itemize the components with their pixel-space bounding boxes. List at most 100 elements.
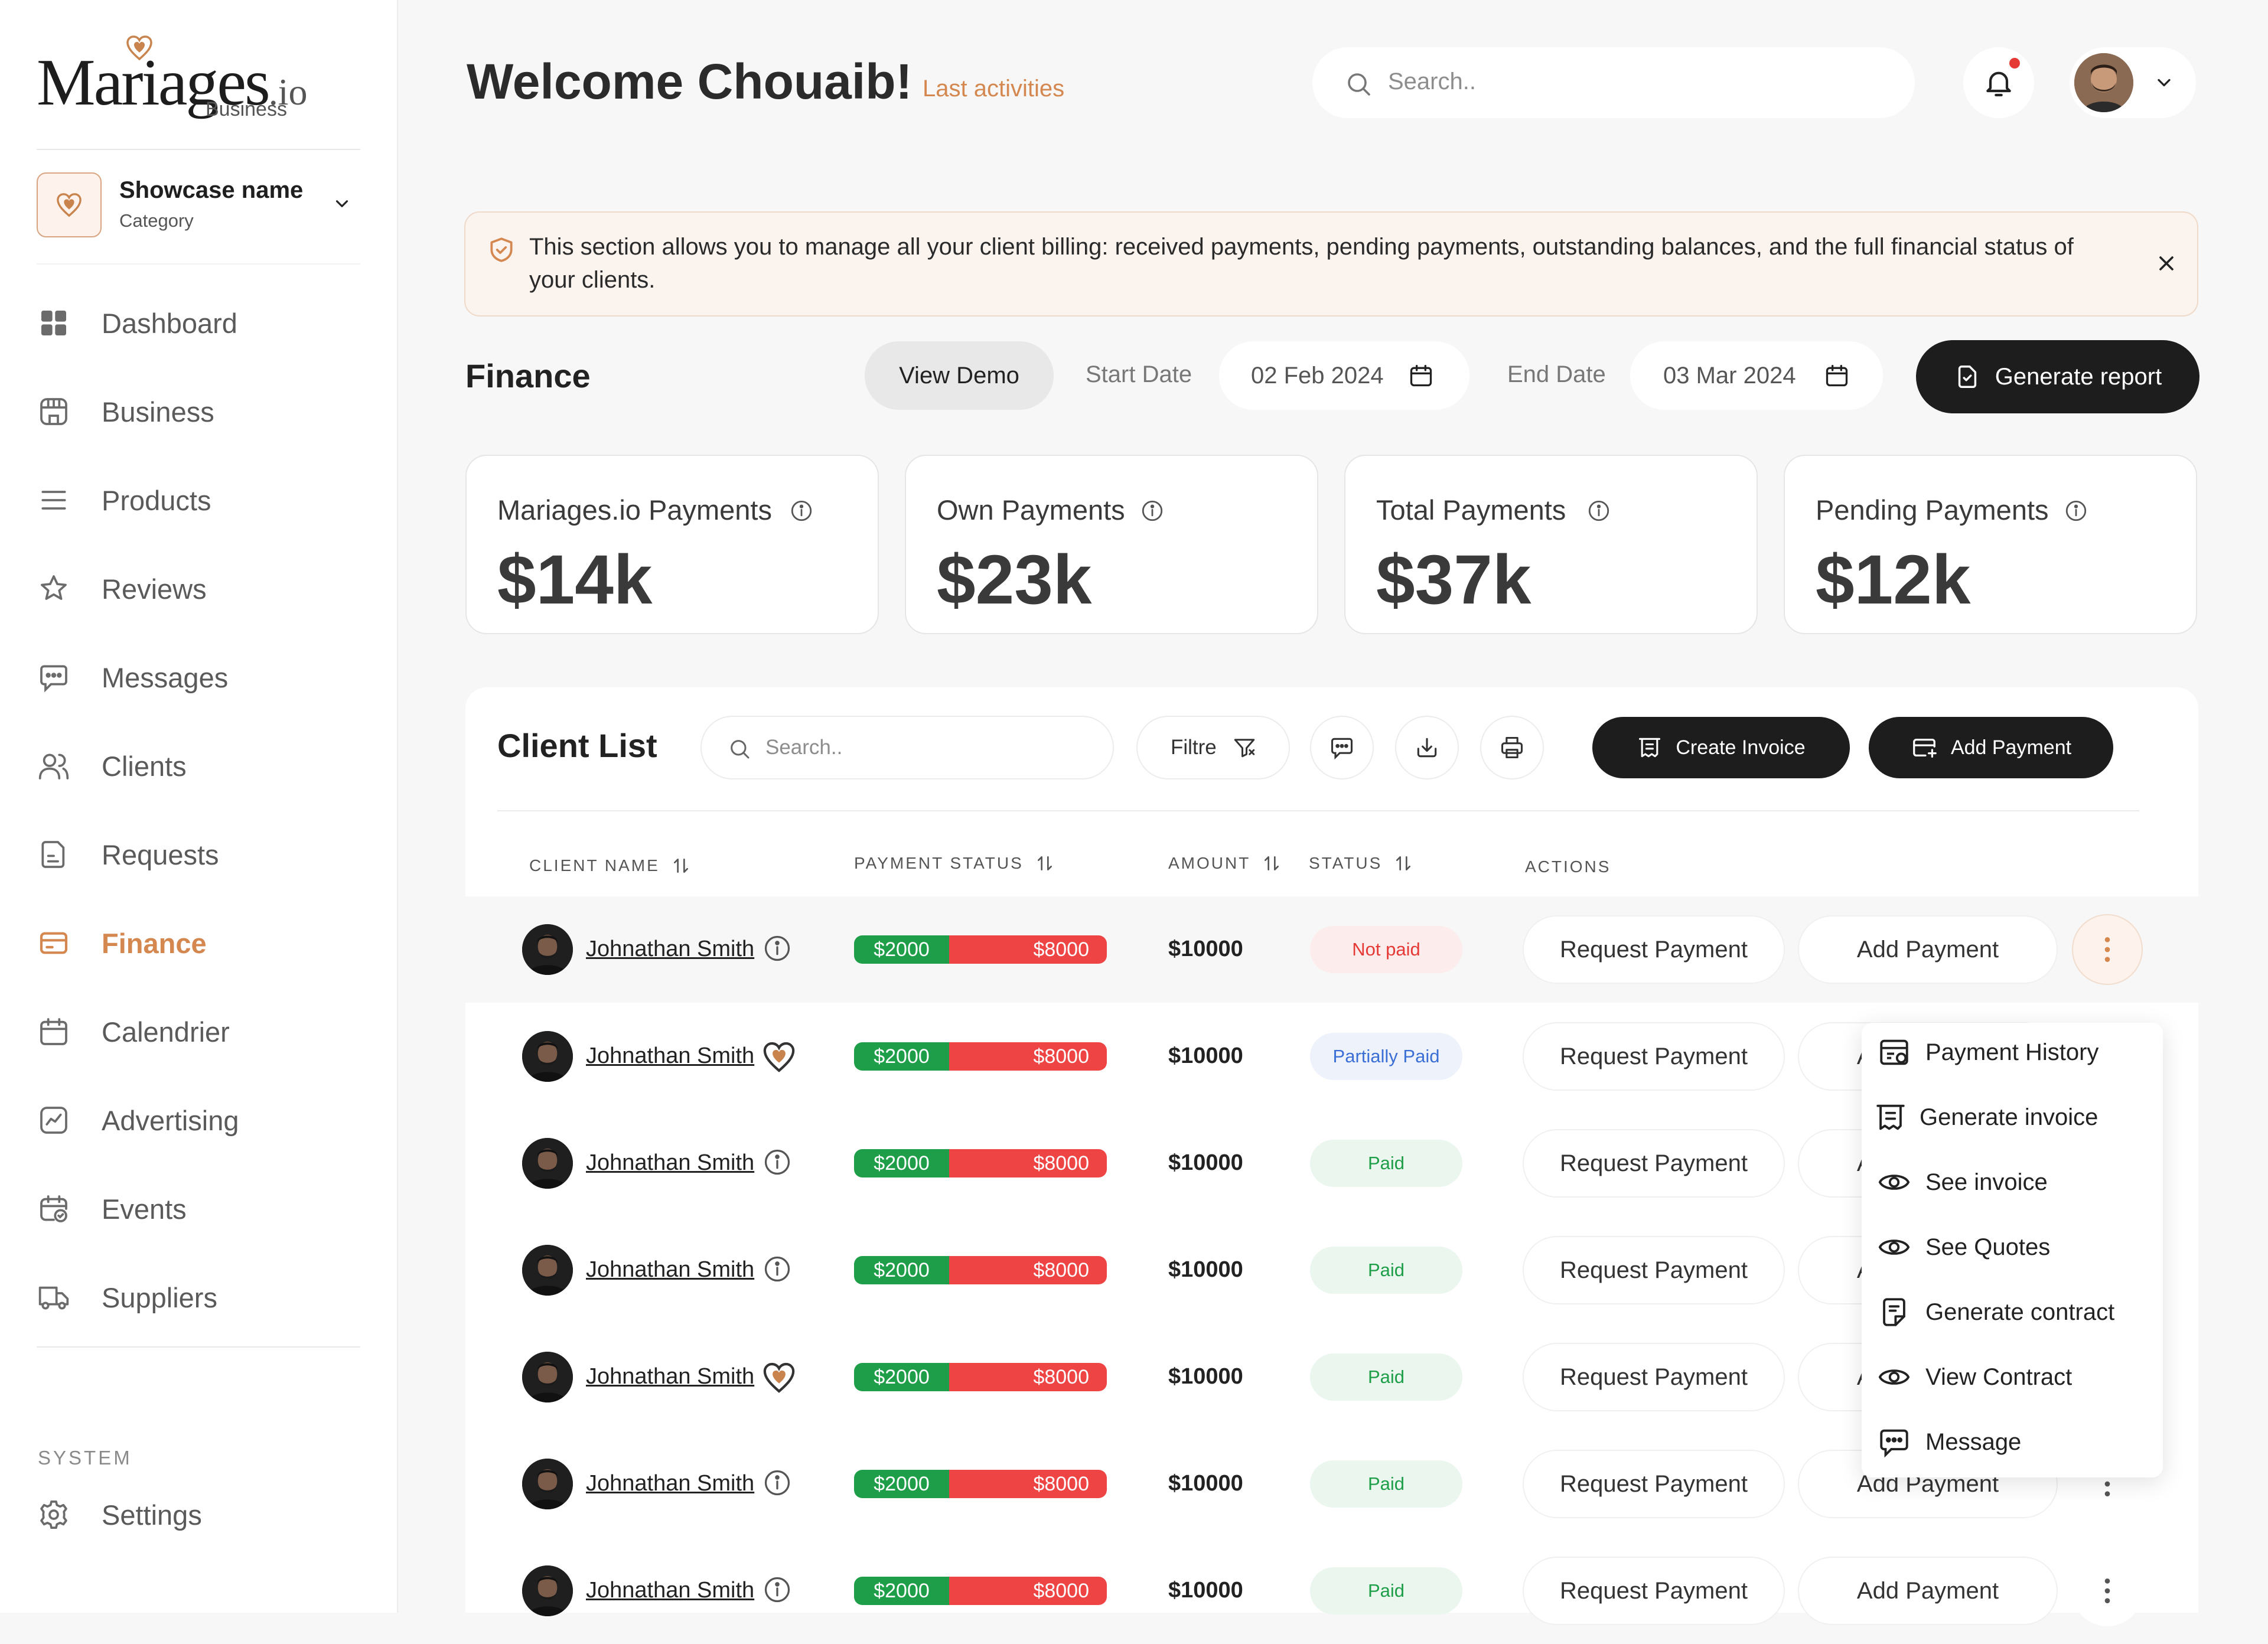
menu-item-message[interactable]: Message bbox=[1862, 1413, 2163, 1472]
request-payment-button[interactable]: Request Payment bbox=[1523, 915, 1785, 984]
client-name-link[interactable]: Johnathan Smith bbox=[586, 1150, 754, 1176]
download-button[interactable] bbox=[1395, 716, 1459, 779]
more-actions-button[interactable] bbox=[2072, 914, 2143, 985]
sidebar-item-messages[interactable]: Messages bbox=[37, 651, 367, 704]
add-payment-button[interactable]: Add Payment bbox=[1869, 717, 2113, 778]
invoice-icon bbox=[1639, 738, 1661, 758]
sidebar-item-settings[interactable]: Settings bbox=[37, 1488, 367, 1541]
showcase-selector[interactable]: Showcase name Category bbox=[37, 172, 360, 241]
info-icon[interactable] bbox=[762, 1574, 793, 1605]
request-payment-button[interactable]: Request Payment bbox=[1523, 1236, 1785, 1304]
sort-icon bbox=[1037, 856, 1052, 870]
end-date-picker[interactable]: 03 Mar 2024 bbox=[1630, 341, 1883, 410]
client-name-link[interactable]: Johnathan Smith bbox=[586, 1043, 754, 1069]
print-button[interactable] bbox=[1480, 716, 1544, 779]
column-header-payment-status[interactable]: PAYMENT STATUS bbox=[854, 854, 1054, 873]
request-payment-button[interactable]: Request Payment bbox=[1523, 1343, 1785, 1411]
client-name-link[interactable]: Johnathan Smith bbox=[586, 1257, 754, 1283]
chat-icon bbox=[1331, 738, 1353, 760]
due-amount: $8000 bbox=[949, 1256, 1107, 1284]
client-name-link[interactable]: Johnathan Smith bbox=[586, 1471, 754, 1496]
stat-value: $23k bbox=[937, 541, 1092, 619]
showcase-name: Showcase name bbox=[119, 177, 304, 203]
sidebar-item-reviews[interactable]: Reviews bbox=[37, 562, 367, 615]
client-name-link[interactable]: Johnathan Smith bbox=[586, 1578, 754, 1603]
menu-lines-icon bbox=[37, 483, 71, 517]
avatar bbox=[522, 1565, 573, 1616]
paid-amount: $2000 bbox=[854, 1363, 949, 1391]
sidebar-item-dashboard[interactable]: Dashboard bbox=[37, 296, 367, 350]
system-section-label: SYSTEM bbox=[38, 1447, 132, 1469]
sidebar-item-business[interactable]: Business bbox=[37, 385, 367, 438]
divider bbox=[37, 149, 360, 150]
chevron-down-icon[interactable] bbox=[332, 194, 352, 214]
amount-value: $10000 bbox=[1168, 1364, 1243, 1389]
sidebar-item-finance[interactable]: Finance bbox=[37, 916, 367, 970]
client-name-link[interactable]: Johnathan Smith bbox=[586, 937, 754, 962]
menu-item-label: Payment History bbox=[1925, 1039, 2099, 1065]
client-name-link[interactable]: Johnathan Smith bbox=[586, 1364, 754, 1389]
search-input[interactable]: Search.. bbox=[1312, 47, 1915, 118]
sidebar-item-label: Suppliers bbox=[102, 1281, 217, 1313]
amount-value: $10000 bbox=[1168, 1471, 1243, 1496]
payment-progress-bar: $2000 $8000 bbox=[854, 1470, 1107, 1498]
menu-item-see-invoice[interactable]: See invoice bbox=[1862, 1153, 2163, 1212]
menu-item-payment-history[interactable]: Payment History bbox=[1862, 1023, 2163, 1082]
brand-logo[interactable]: Mariages.io Business bbox=[37, 34, 308, 129]
generate-report-button[interactable]: Generate report bbox=[1916, 340, 2199, 413]
info-icon[interactable] bbox=[762, 1254, 793, 1284]
column-header-amount[interactable]: AMOUNT bbox=[1168, 854, 1281, 873]
sidebar-item-suppliers[interactable]: Suppliers bbox=[37, 1271, 367, 1324]
stat-card-total-payments: Total Payments $37k bbox=[1344, 455, 1758, 634]
sidebar-item-events[interactable]: Events bbox=[37, 1182, 367, 1235]
view-demo-button[interactable]: View Demo bbox=[865, 341, 1054, 410]
info-icon[interactable] bbox=[1140, 498, 1165, 523]
card-add-icon bbox=[1913, 738, 1937, 758]
showcase-thumbnail bbox=[37, 172, 102, 237]
request-payment-button[interactable]: Request Payment bbox=[1523, 1129, 1785, 1198]
row-add-payment-button[interactable]: Add Payment bbox=[1798, 1557, 2058, 1625]
info-icon[interactable] bbox=[789, 498, 814, 523]
sidebar: Mariages.io Business Showcase name Categ… bbox=[0, 0, 398, 1613]
last-activities-link[interactable]: Last activities bbox=[923, 76, 1064, 102]
sidebar-item-label: Advertising bbox=[102, 1104, 239, 1136]
info-icon[interactable] bbox=[762, 1147, 793, 1177]
client-search-input[interactable]: Search.. bbox=[700, 716, 1114, 779]
row-add-payment-button[interactable]: Add Payment bbox=[1798, 915, 2058, 984]
close-icon[interactable] bbox=[2155, 252, 2178, 275]
menu-item-generate-invoice[interactable]: Generate invoice bbox=[1862, 1088, 2163, 1147]
create-invoice-button[interactable]: Create Invoice bbox=[1592, 717, 1850, 778]
stat-title: Mariages.io Payments bbox=[497, 494, 772, 526]
start-date-picker[interactable]: 02 Feb 2024 bbox=[1219, 341, 1469, 410]
info-icon[interactable] bbox=[762, 1467, 793, 1498]
sort-icon bbox=[1396, 856, 1411, 870]
amount-value: $10000 bbox=[1168, 1150, 1243, 1175]
notifications-button[interactable] bbox=[1963, 47, 2034, 118]
menu-item-view-contract[interactable]: View Contract bbox=[1862, 1348, 2163, 1407]
info-icon[interactable] bbox=[1586, 498, 1611, 523]
column-header-actions: ACTIONS bbox=[1525, 857, 1611, 876]
sidebar-item-advertising[interactable]: Advertising bbox=[37, 1094, 367, 1147]
menu-item-see-quotes[interactable]: See Quotes bbox=[1862, 1218, 2163, 1277]
divider bbox=[37, 263, 360, 265]
sidebar-item-calendrier[interactable]: Calendrier bbox=[37, 1005, 367, 1058]
sidebar-item-clients[interactable]: Clients bbox=[37, 739, 367, 792]
request-payment-button[interactable]: Request Payment bbox=[1523, 1557, 1785, 1625]
sidebar-item-requests[interactable]: Requests bbox=[37, 828, 367, 881]
request-payment-button[interactable]: Request Payment bbox=[1523, 1450, 1785, 1518]
info-icon[interactable] bbox=[762, 933, 793, 964]
status-badge: Paid bbox=[1310, 1353, 1462, 1401]
profile-menu[interactable] bbox=[2070, 47, 2196, 118]
sidebar-item-label: Finance bbox=[102, 927, 207, 959]
column-header-client-name[interactable]: CLIENT NAME bbox=[529, 856, 690, 875]
column-header-status[interactable]: STATUS bbox=[1309, 854, 1413, 873]
info-icon[interactable] bbox=[2064, 498, 2088, 523]
sidebar-item-products[interactable]: Products bbox=[37, 474, 367, 527]
request-payment-button[interactable]: Request Payment bbox=[1523, 1022, 1785, 1091]
report-icon bbox=[1958, 366, 1976, 388]
menu-item-generate-contract[interactable]: Generate contract bbox=[1862, 1283, 2163, 1342]
message-button[interactable] bbox=[1310, 716, 1374, 779]
search-placeholder: Search.. bbox=[765, 736, 843, 759]
filter-button[interactable]: Filtre bbox=[1136, 716, 1290, 779]
more-actions-button[interactable] bbox=[2072, 1555, 2143, 1626]
